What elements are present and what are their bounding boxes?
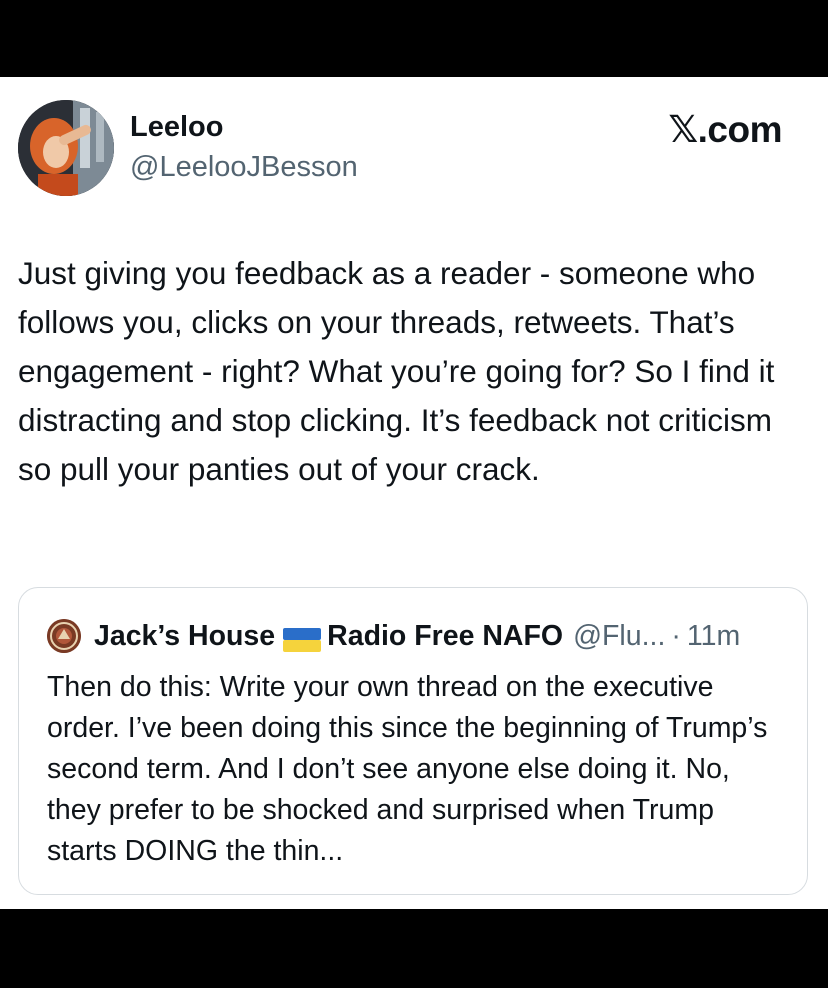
quoted-author-name-part1[interactable]: Jack’s House bbox=[94, 618, 275, 654]
author-handle[interactable]: @LeelooJBesson bbox=[130, 151, 358, 184]
author-avatar[interactable] bbox=[18, 100, 114, 196]
tweet-card: Leeloo @LeelooJBesson 𝕏.com Just giving … bbox=[0, 77, 828, 909]
tweet-text: Just giving you feedback as a reader - s… bbox=[18, 255, 775, 487]
header-separator: · bbox=[671, 620, 681, 652]
quoted-timestamp[interactable]: 11m bbox=[687, 618, 740, 654]
author-display-name[interactable]: Leeloo bbox=[130, 111, 223, 144]
quoted-tweet-text: Then do this: Write your own thread on t… bbox=[47, 671, 768, 867]
x-logo-brand: 𝕏.com bbox=[668, 109, 782, 150]
ukraine-flag-icon bbox=[283, 625, 322, 652]
quoted-author-avatar[interactable] bbox=[47, 619, 81, 653]
quoted-header: Jack’s House Radio Free NAFO @Flu... · 1… bbox=[94, 618, 794, 654]
quoted-author-handle[interactable]: @Flu... bbox=[573, 618, 665, 654]
quoted-tweet[interactable]: Jack’s House Radio Free NAFO @Flu... · 1… bbox=[18, 587, 808, 895]
quoted-author-name-part2[interactable]: Radio Free NAFO bbox=[327, 618, 563, 654]
